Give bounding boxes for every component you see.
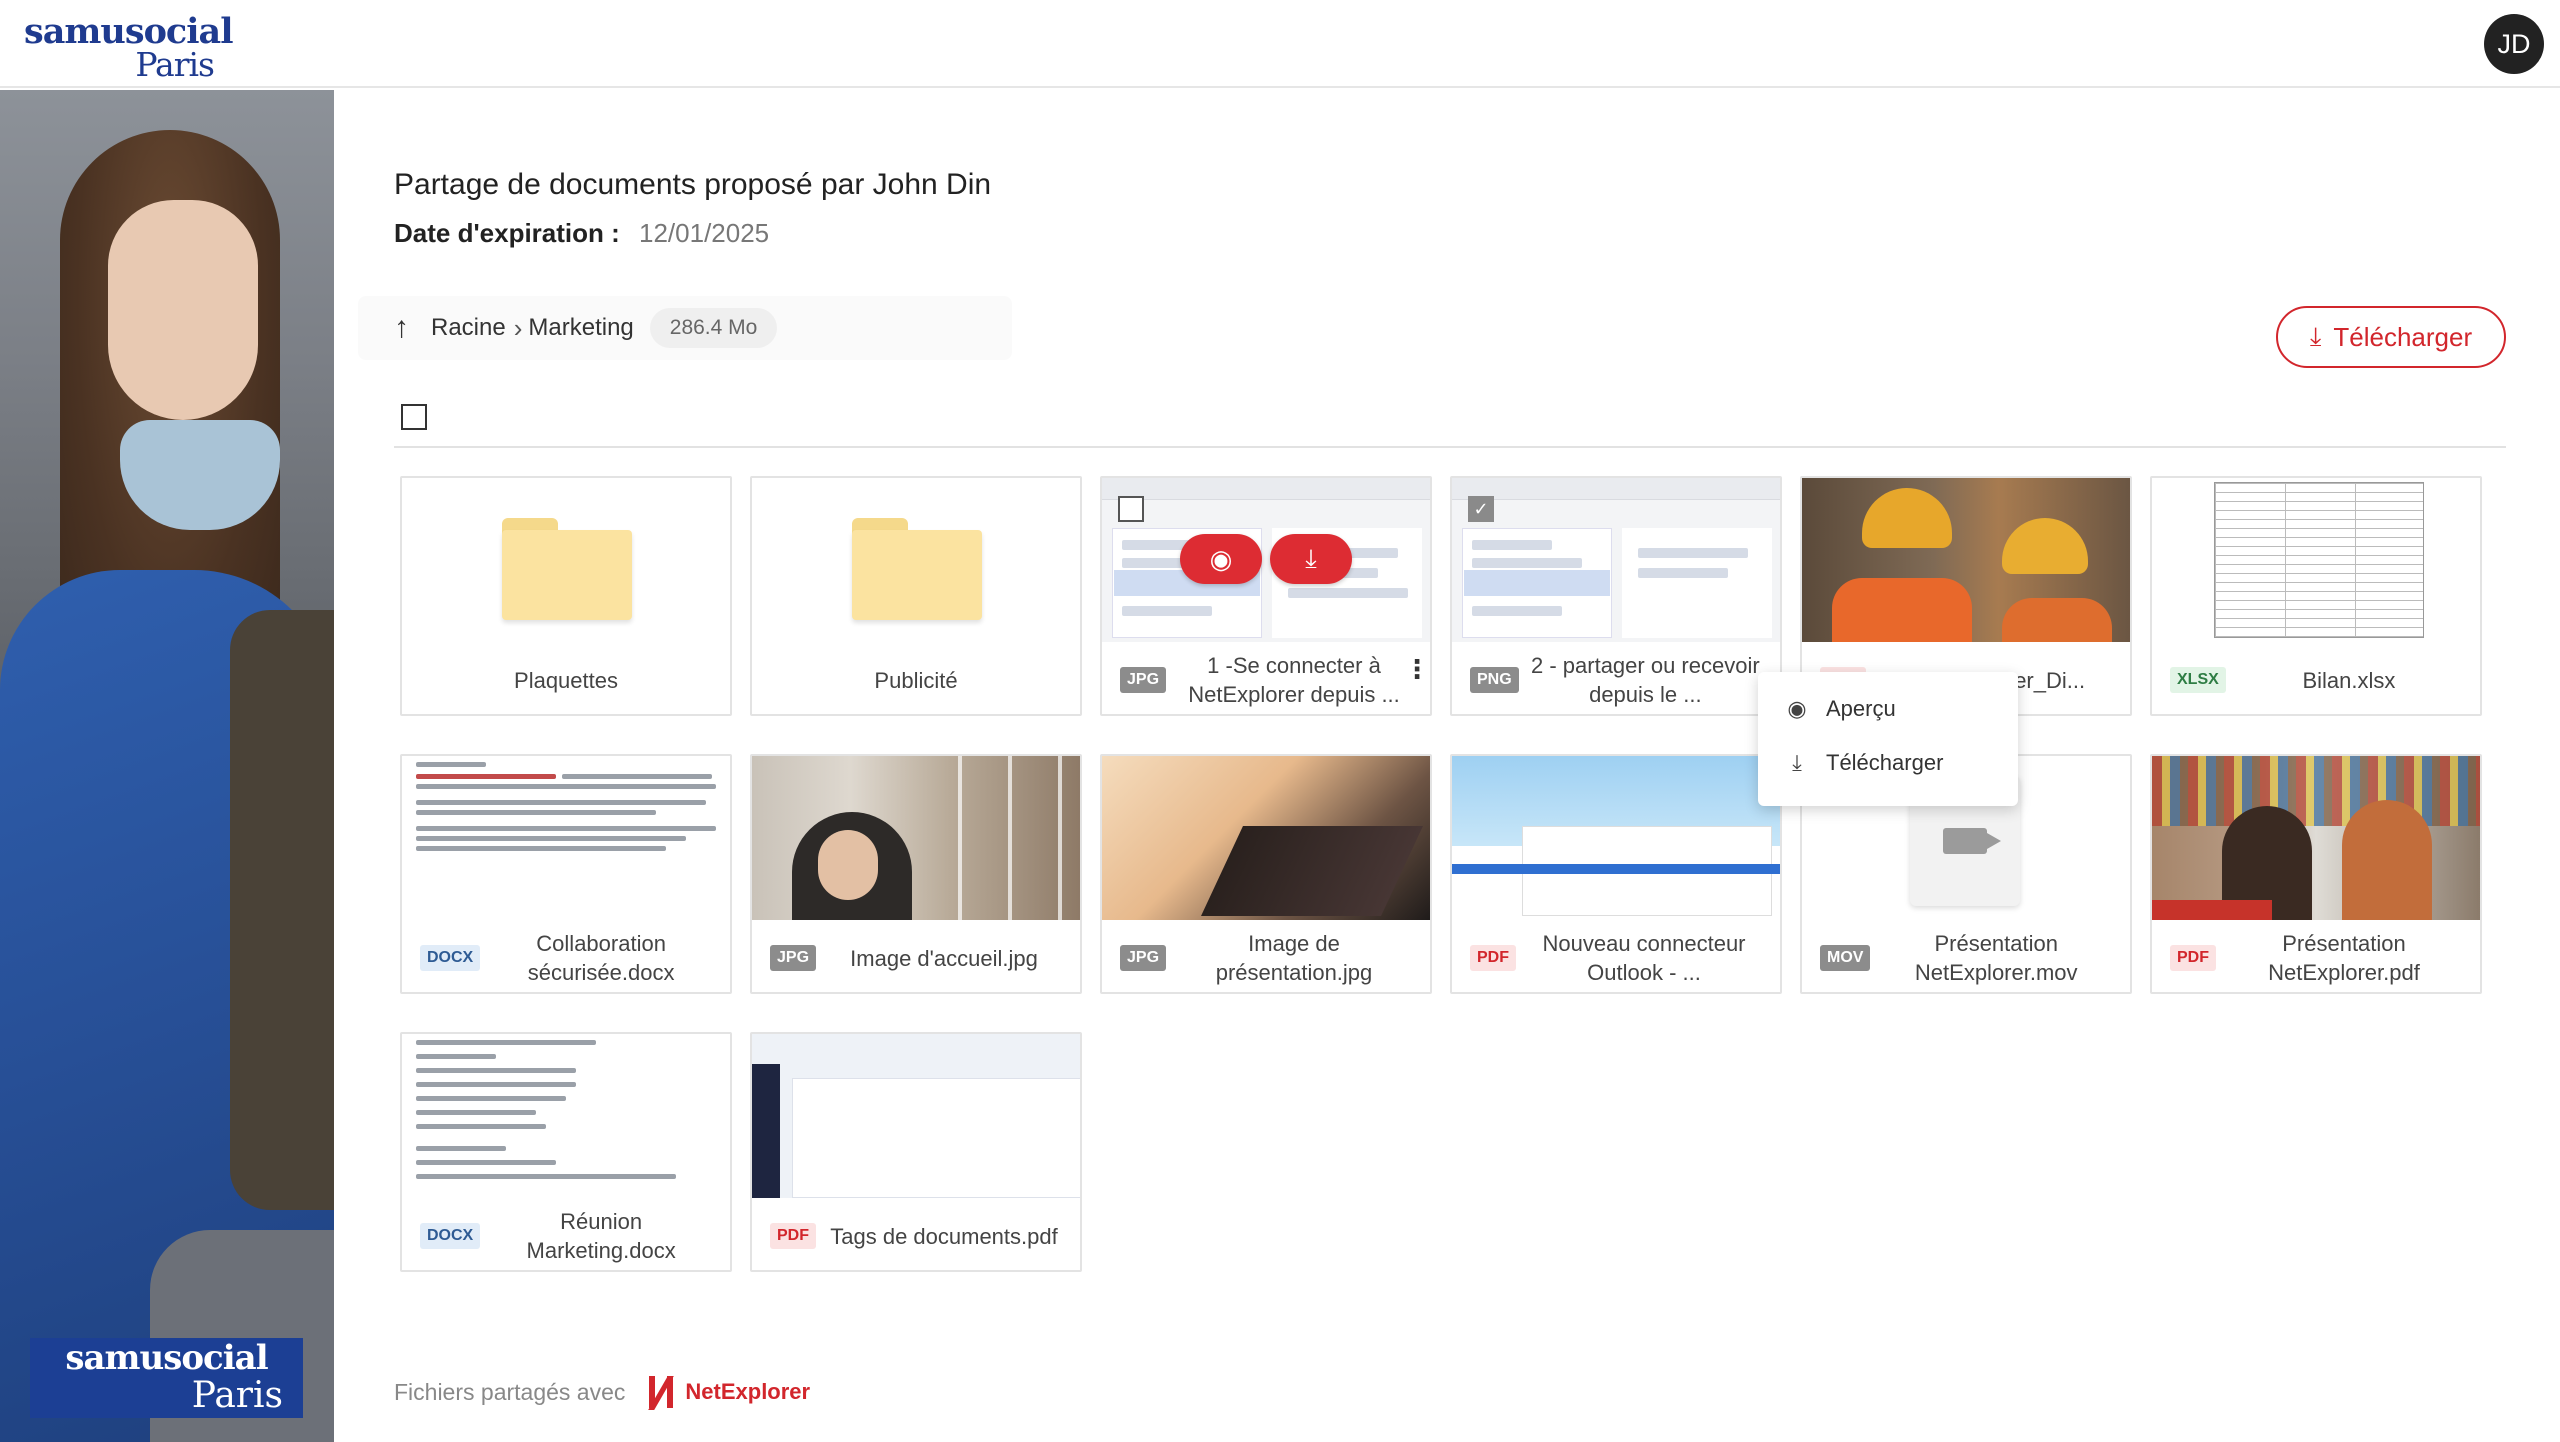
file-name: Plaquettes xyxy=(514,667,618,693)
file-name: Image de présentation.jpg xyxy=(1215,931,1373,985)
netexplorer-brand: NetExplorer xyxy=(685,1379,811,1404)
menu-item-preview[interactable]: ◉ Aperçu xyxy=(1758,682,2018,736)
file-name: Bilan.xlsx xyxy=(2302,667,2396,693)
file-card[interactable]: Publicité xyxy=(750,476,1082,716)
file-type-badge: JPG xyxy=(1120,667,1167,693)
expiry-value: 12/01/2025 xyxy=(639,218,770,248)
preview-icon[interactable]: ◉ xyxy=(1180,534,1262,584)
file-name: Publicité xyxy=(874,667,958,693)
image-thumbnail xyxy=(2152,756,2480,920)
file-checkbox[interactable] xyxy=(1118,496,1144,522)
folder-icon xyxy=(502,518,632,620)
spreadsheet-thumbnail xyxy=(2152,478,2480,642)
more-options-icon[interactable]: ⋮ xyxy=(1404,656,1430,694)
user-avatar[interactable]: JD xyxy=(2484,14,2544,74)
file-name: Présentation NetExplorer.mov xyxy=(1914,931,2078,985)
download-icon: ⤓ xyxy=(1792,750,1802,775)
image-thumbnail xyxy=(752,1034,1080,1198)
expiry-date: Date d'expiration : 12/01/2025 xyxy=(394,218,769,249)
file-card[interactable]: DOCX Réunion Marketing.docx xyxy=(400,1032,732,1272)
file-name: 1 -Se connecter à NetExplorer depuis ... xyxy=(1188,653,1400,707)
footer: Fichiers partagés avec NetExplorer xyxy=(394,1376,811,1410)
file-name: Réunion Marketing.docx xyxy=(526,1209,676,1263)
menu-item-download-label: Télécharger xyxy=(1826,750,1944,775)
hover-actions: ◉ ⤓ xyxy=(1180,534,1352,584)
checkmark-icon[interactable]: ✓ xyxy=(1468,496,1494,522)
page-title: Partage de documents proposé par John Di… xyxy=(394,168,992,201)
netexplorer-logo-icon xyxy=(648,1376,675,1410)
main-content: Partage de documents proposé par John Di… xyxy=(358,90,2506,1442)
file-name: Présentation NetExplorer.pdf xyxy=(2268,931,2420,985)
breadcrumb-root[interactable]: Racine xyxy=(431,314,506,342)
menu-item-download[interactable]: ⤓ Télécharger xyxy=(1758,736,2018,790)
file-type-badge: MOV xyxy=(1820,945,1871,971)
file-name: Image d'accueil.jpg xyxy=(850,945,1038,971)
arrow-up-icon[interactable]: ↑ xyxy=(394,311,409,345)
breadcrumb-current: Marketing xyxy=(528,314,634,341)
photo-sleeve xyxy=(230,610,334,1210)
samusocial-logo[interactable]: samusocial Paris xyxy=(24,14,234,84)
download-button-label: Télécharger xyxy=(2333,321,2473,352)
document-thumbnail xyxy=(402,756,730,920)
folder-icon xyxy=(852,518,982,620)
breadcrumb: ↑ Racine › Marketing 286.4 Mo xyxy=(358,296,1012,360)
file-card[interactable]: DOCX Collaboration sécurisée.docx xyxy=(400,754,732,994)
file-card-hovered[interactable]: ◉ ⤓ JPG 1 -Se connecter à NetExplorer de… xyxy=(1100,476,1432,716)
file-type-badge: DOCX xyxy=(420,945,481,971)
file-type-badge: PDF xyxy=(770,1223,816,1249)
brand-line1: samusocial xyxy=(65,1338,268,1378)
video-camera-icon xyxy=(1943,828,2001,854)
netexplorer-link[interactable]: NetExplorer xyxy=(648,1376,811,1410)
file-card[interactable]: XLSX Bilan.xlsx xyxy=(2150,476,2482,716)
download-icon: ⤓ xyxy=(2309,321,2322,351)
top-bar: samusocial Paris JD xyxy=(0,0,2560,88)
image-thumbnail xyxy=(1452,756,1780,920)
divider xyxy=(394,446,2506,448)
context-menu: ◉ Aperçu ⤓ Télécharger xyxy=(1758,672,2018,806)
file-type-badge: PNG xyxy=(1470,667,1519,693)
file-type-badge: PDF xyxy=(2170,945,2216,971)
logo-text-line2: Paris xyxy=(135,45,215,84)
download-all-button[interactable]: ⤓ Télécharger xyxy=(2276,306,2506,368)
image-thumbnail xyxy=(1102,756,1430,920)
file-type-badge: JPG xyxy=(770,945,817,971)
image-thumbnail xyxy=(1452,478,1780,642)
image-thumbnail xyxy=(752,756,1080,920)
folder-thumbnail xyxy=(752,478,1080,642)
file-type-badge: DOCX xyxy=(420,1223,481,1249)
photo-face xyxy=(108,200,258,420)
footer-text: Fichiers partagés avec xyxy=(394,1378,626,1405)
file-type-badge: XLSX xyxy=(2170,667,2226,693)
file-card[interactable]: PDF Présentation NetExplorer.pdf xyxy=(2150,754,2482,994)
eye-icon: ◉ xyxy=(1787,696,1807,721)
file-name: 2 - partager ou recevoir depuis le ... xyxy=(1531,653,1760,707)
sidebar-brand-logo: samusocial Paris xyxy=(30,1338,303,1418)
file-name: Collaboration sécurisée.docx xyxy=(527,931,675,985)
file-card[interactable]: PDF Tags de documents.pdf xyxy=(750,1032,1082,1272)
file-type-badge: JPG xyxy=(1120,945,1167,971)
chevron-right-icon: › xyxy=(513,312,523,343)
document-thumbnail xyxy=(402,1034,730,1198)
file-card[interactable]: Plaquettes xyxy=(400,476,732,716)
folder-size-badge: 286.4 Mo xyxy=(649,308,778,348)
file-name: Tags de documents.pdf xyxy=(830,1223,1058,1249)
sidebar-photo: samusocial Paris xyxy=(0,90,334,1442)
file-card[interactable]: PDF Nouveau connecteur Outlook - ... xyxy=(1450,754,1782,994)
file-type-badge: PDF xyxy=(1470,945,1516,971)
brand-line2: Paris xyxy=(191,1375,283,1416)
file-card[interactable]: JPG Image d'accueil.jpg xyxy=(750,754,1082,994)
file-card[interactable]: JPG Image de présentation.jpg xyxy=(1100,754,1432,994)
select-all-checkbox[interactable] xyxy=(401,404,427,430)
image-thumbnail xyxy=(1802,478,2130,642)
file-name: Nouveau connecteur Outlook - ... xyxy=(1542,931,1746,985)
expiry-label: Date d'expiration : xyxy=(394,218,620,248)
download-icon[interactable]: ⤓ xyxy=(1270,534,1352,584)
menu-item-preview-label: Aperçu xyxy=(1826,696,1896,721)
file-card-selected[interactable]: ✓ PNG 2 - partager ou recevoir depuis le… xyxy=(1450,476,1782,716)
folder-thumbnail xyxy=(402,478,730,642)
